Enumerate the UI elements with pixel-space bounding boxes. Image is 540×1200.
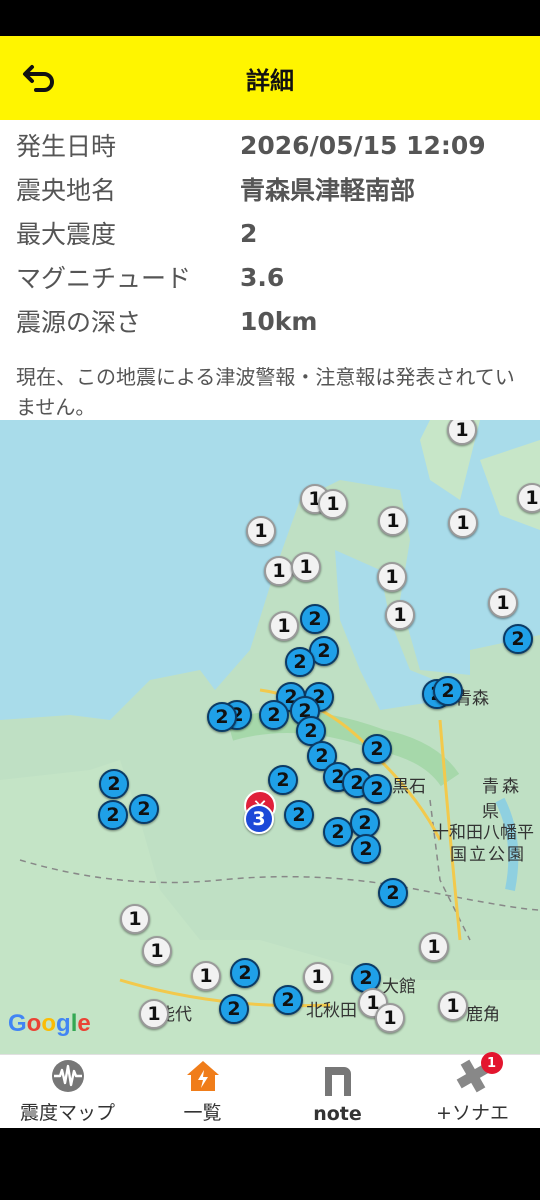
place-label: 黒石: [392, 777, 426, 797]
intensity-2-marker[interactable]: 2: [230, 958, 260, 988]
plus-cross-icon: 1: [455, 1052, 503, 1094]
detail-key: 最大震度: [16, 220, 117, 249]
quake-details: 発生日時 2026/05/15 12:09 震央地名 青森県津軽南部 最大震度 …: [0, 120, 540, 420]
intensity-2-marker[interactable]: 2: [129, 794, 159, 824]
intensity-1-marker[interactable]: 1: [303, 962, 333, 992]
detail-row-intensity: 最大震度 2: [16, 211, 257, 255]
intensity-1-marker[interactable]: 1: [517, 483, 540, 513]
back-button[interactable]: [18, 58, 62, 98]
detail-row-magnitude: マグニチュード 3.6: [16, 255, 284, 299]
intensity-1-marker[interactable]: 1: [378, 506, 408, 536]
intensity-1-marker[interactable]: 1: [291, 552, 321, 582]
detail-row-epicenter: 震央地名 青森県津軽南部: [16, 167, 415, 211]
detail-value: 2026/05/15 12:09: [240, 130, 486, 160]
intensity-map[interactable]: 青森 青森県 黒石 十和田八幡平 国立公園 能代 北秋田 大館 鹿角 1 1 1…: [0, 420, 540, 1054]
intensity-2-marker[interactable]: 2: [300, 604, 330, 634]
intensity-1-marker[interactable]: 1: [139, 999, 169, 1029]
detail-key: 震源の深さ: [16, 308, 142, 337]
intensity-1-marker[interactable]: 1: [269, 611, 299, 641]
nav-list[interactable]: 一覧: [135, 1055, 270, 1129]
detail-key: 震央地名: [16, 176, 117, 205]
home-alert-icon: [186, 1061, 219, 1091]
intensity-1-marker[interactable]: 1: [318, 489, 348, 519]
intensity-1-marker[interactable]: 1: [377, 562, 407, 592]
place-label: 北秋田: [306, 1001, 357, 1021]
place-label: 大館: [382, 977, 416, 997]
status-bar: [0, 0, 540, 36]
detail-value: 2: [240, 218, 258, 248]
nav-label: +ソナエ: [436, 1102, 509, 1124]
intensity-2-marker[interactable]: 2: [284, 800, 314, 830]
intensity-2-marker[interactable]: 2: [503, 624, 533, 654]
intensity-1-marker[interactable]: 1: [448, 508, 478, 538]
seismograph-icon: [51, 1060, 84, 1092]
undo-arrow-icon: [23, 65, 54, 92]
google-logo: Google: [8, 1010, 91, 1037]
intensity-2-marker[interactable]: 2: [219, 994, 249, 1024]
intensity-1-marker[interactable]: 1: [419, 932, 449, 962]
intensity-2-marker[interactable]: 2: [378, 878, 408, 908]
detail-value: 10km: [240, 306, 318, 336]
intensity-1-marker[interactable]: 1: [142, 936, 172, 966]
intensity-2-marker[interactable]: 2: [273, 985, 303, 1015]
page-title: 詳細: [246, 66, 294, 95]
detail-row-time: 発生日時 2026/05/15 12:09: [16, 123, 486, 167]
detail-key: 発生日時: [16, 132, 117, 161]
bottom-nav: 震度マップ 一覧 note 1 +ソナエ: [0, 1052, 540, 1129]
intensity-1-marker[interactable]: 1: [385, 600, 415, 630]
intensity-2-marker[interactable]: 2: [259, 700, 289, 730]
nav-label: note: [313, 1103, 362, 1125]
nav-label: 一覧: [183, 1102, 222, 1124]
place-label: 青森県: [482, 777, 522, 822]
nav-sonae[interactable]: 1 +ソナエ: [405, 1052, 540, 1129]
place-label: 国立公園: [450, 845, 526, 865]
detail-row-depth: 震源の深さ 10km: [16, 299, 317, 343]
app-header: 詳細: [0, 36, 540, 120]
intensity-2-marker[interactable]: 2: [351, 834, 381, 864]
detail-value: 3.6: [240, 262, 285, 292]
intensity-2-marker[interactable]: 2: [207, 702, 237, 732]
intensity-1-marker[interactable]: 1: [264, 556, 294, 586]
detail-key: マグニチュード: [16, 264, 192, 293]
tsunami-notice: 現在、この地震による津波警報・注意報は発表されていません。: [16, 365, 515, 419]
intensity-2-marker[interactable]: 2: [323, 817, 353, 847]
nav-intensity-map[interactable]: 震度マップ: [0, 1055, 135, 1129]
intensity-1-marker[interactable]: 1: [246, 516, 276, 546]
intensity-2-marker[interactable]: 2: [362, 734, 392, 764]
intensity-2-marker[interactable]: 2: [268, 765, 298, 795]
intensity-2-marker[interactable]: 2: [99, 769, 129, 799]
intensity-1-marker[interactable]: 1: [191, 961, 221, 991]
place-label: 鹿角: [466, 1005, 500, 1025]
note-n-icon: [324, 1067, 351, 1096]
intensity-1-marker[interactable]: 1: [488, 588, 518, 618]
intensity-2-marker[interactable]: 2: [362, 774, 392, 804]
nav-note[interactable]: note: [270, 1055, 405, 1129]
intensity-1-marker[interactable]: 1: [120, 904, 150, 934]
nav-label: 震度マップ: [19, 1102, 115, 1124]
intensity-1-marker[interactable]: 1: [375, 1003, 405, 1033]
intensity-2-marker[interactable]: 2: [98, 800, 128, 830]
system-nav-bar: [0, 1128, 540, 1200]
intensity-3-marker[interactable]: 3: [244, 804, 274, 834]
notification-badge: 1: [480, 1052, 503, 1074]
intensity-2-marker[interactable]: 2: [285, 647, 315, 677]
intensity-1-marker[interactable]: 1: [438, 991, 468, 1021]
intensity-2-marker[interactable]: 2: [433, 676, 463, 706]
detail-value: 青森県津軽南部: [240, 176, 416, 205]
